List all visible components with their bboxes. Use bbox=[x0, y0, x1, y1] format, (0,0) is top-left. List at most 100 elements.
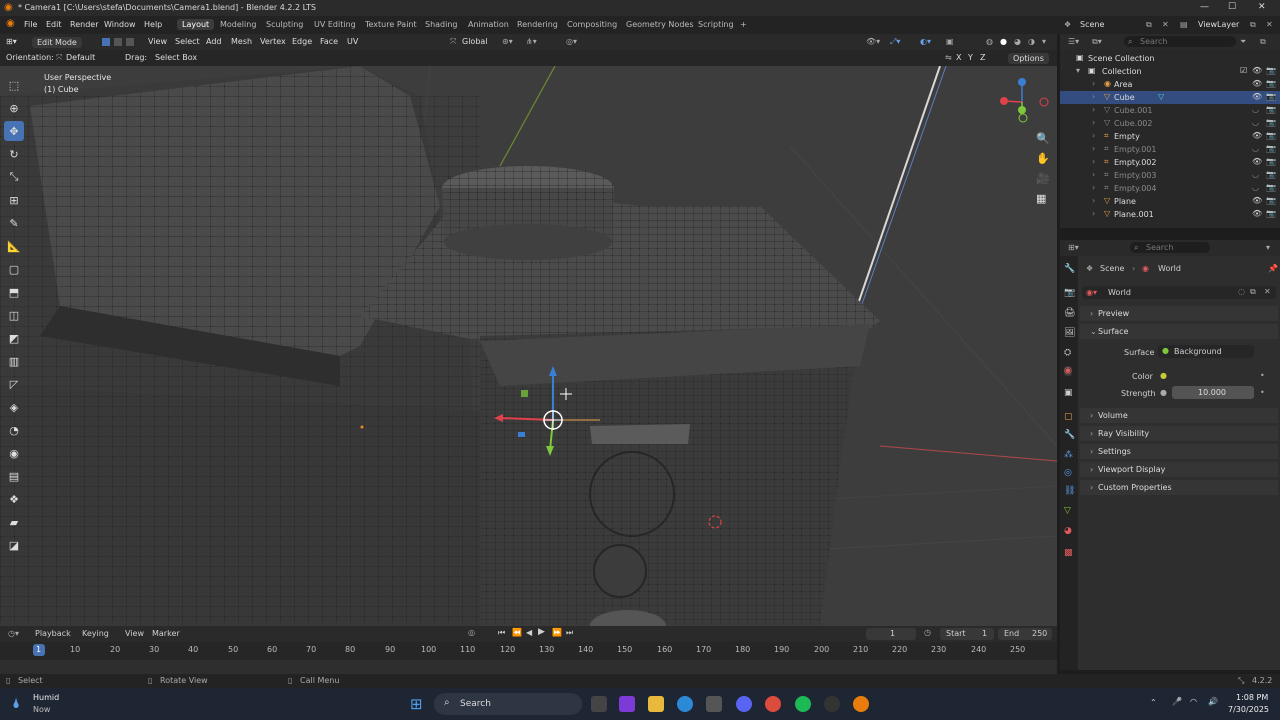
current-frame-field[interactable]: 1 bbox=[866, 628, 916, 640]
filter-icon[interactable]: ⏷ bbox=[1240, 37, 1246, 47]
eye-icon[interactable]: 👁 bbox=[1252, 131, 1262, 140]
orientation-dropdown[interactable]: Default bbox=[66, 53, 95, 62]
render-camera-icon[interactable]: 📷 bbox=[1266, 157, 1276, 166]
add-workspace-button[interactable]: + bbox=[740, 20, 747, 29]
eye-icon[interactable]: 👁 bbox=[1252, 66, 1262, 75]
output-tab-icon[interactable]: 🖨 bbox=[1064, 308, 1075, 318]
material-tab-icon[interactable]: ◕ bbox=[1064, 526, 1072, 536]
properties-search-box[interactable]: ⌕ Search bbox=[1130, 242, 1210, 253]
menu-face[interactable]: Face bbox=[320, 37, 338, 46]
menu-marker[interactable]: Marker bbox=[152, 629, 180, 638]
modifier-tab-icon[interactable]: 🔧 bbox=[1064, 430, 1075, 440]
end-frame-field[interactable]: End 250 bbox=[998, 628, 1052, 640]
world-tab-icon[interactable]: ◉ bbox=[1064, 366, 1072, 376]
rotate-tool-icon[interactable]: ↻ bbox=[4, 144, 24, 164]
steam-icon[interactable] bbox=[824, 696, 840, 712]
gizmo-icon[interactable]: ⤢▾ bbox=[890, 37, 900, 47]
scene-selector[interactable]: Scene bbox=[1080, 20, 1104, 29]
start-frame-field[interactable]: Start 1 bbox=[940, 628, 994, 640]
world-datablock-field[interactable]: ◉▾ World ◌ ⧉ ✕ bbox=[1082, 286, 1276, 299]
tab-rendering[interactable]: Rendering bbox=[517, 20, 558, 29]
clock-time[interactable]: 1:08 PM bbox=[1236, 693, 1268, 702]
tab-animation[interactable]: Animation bbox=[468, 20, 509, 29]
editor-type-icon[interactable]: ⊞▾ bbox=[6, 37, 17, 46]
drag-dropdown[interactable]: Select Box bbox=[155, 53, 197, 62]
scene-collection-row[interactable]: ▣ Scene Collection bbox=[1060, 52, 1280, 65]
render-camera-icon[interactable]: 📷 bbox=[1266, 92, 1276, 101]
particles-tab-icon[interactable]: ⁂ bbox=[1064, 450, 1073, 460]
expand-arrow-icon[interactable]: › bbox=[1092, 157, 1095, 166]
outliner-item-empty[interactable]: › ⌗ Empty 👁 📷 bbox=[1060, 130, 1280, 143]
render-camera-icon[interactable]: 📷 bbox=[1266, 183, 1276, 192]
xray-icon[interactable]: ▣ bbox=[946, 37, 954, 46]
duplicate-icon[interactable]: ⧉ bbox=[1250, 287, 1256, 297]
surface-shader-dropdown[interactable]: ● Background bbox=[1158, 345, 1254, 358]
strength-input[interactable]: 10.000 bbox=[1172, 386, 1254, 399]
microphone-icon[interactable]: 🎤 bbox=[1172, 697, 1182, 706]
expand-arrow-icon[interactable]: › bbox=[1092, 144, 1095, 153]
fake-user-icon[interactable]: ◌ bbox=[1238, 287, 1245, 296]
strength-socket-icon[interactable]: ● bbox=[1160, 388, 1167, 397]
preview-panel-header[interactable]: › Preview bbox=[1080, 306, 1278, 321]
shading-options-icon[interactable]: ▾ bbox=[1042, 37, 1046, 46]
tab-compositing[interactable]: Compositing bbox=[567, 20, 617, 29]
mirror-z-toggle[interactable]: Z bbox=[980, 53, 985, 62]
menu-edit[interactable]: Edit bbox=[46, 20, 62, 29]
chrome-icon[interactable] bbox=[765, 696, 781, 712]
rendered-shading-icon[interactable]: ◑ bbox=[1028, 37, 1035, 46]
outliner-item-cube[interactable]: › ▽ Cube ▽ 👁 📷 bbox=[1060, 91, 1280, 104]
pivot-icon[interactable]: ⊛▾ bbox=[502, 37, 513, 46]
expand-arrow-icon[interactable]: › bbox=[1092, 183, 1095, 192]
edge-browser-icon[interactable] bbox=[677, 696, 693, 712]
jump-keyframe-back-icon[interactable]: ⏪ bbox=[512, 628, 522, 637]
expand-arrow-icon[interactable]: › bbox=[1092, 209, 1095, 218]
jump-end-icon[interactable]: ⏭ bbox=[566, 628, 573, 638]
jump-start-icon[interactable]: ⏮ bbox=[498, 628, 505, 638]
shrink-fatten-tool-icon[interactable]: ❖ bbox=[4, 489, 24, 509]
minimize-button[interactable]: — bbox=[1200, 2, 1209, 12]
navigation-gizmo[interactable] bbox=[996, 74, 1052, 130]
new-collection-icon[interactable]: ⧉ bbox=[1260, 37, 1266, 47]
measure-tool-icon[interactable]: 📐 bbox=[4, 236, 24, 256]
physics-tab-icon[interactable]: ◎ bbox=[1064, 468, 1072, 478]
render-camera-icon[interactable]: 📷 bbox=[1266, 131, 1276, 140]
properties-editor-icon[interactable]: ⊞▾ bbox=[1068, 243, 1079, 252]
settings-panel-header[interactable]: › Settings bbox=[1080, 444, 1278, 459]
outliner-search-box[interactable]: ⌕ Search bbox=[1124, 36, 1236, 47]
outliner-item-empty-002[interactable]: › ⌗ Empty.002 👁 📷 bbox=[1060, 156, 1280, 169]
menu-file[interactable]: File bbox=[24, 20, 37, 29]
menu-window[interactable]: Window bbox=[104, 20, 136, 29]
keyframe-dot-icon[interactable]: • bbox=[1260, 388, 1265, 397]
eye-icon[interactable]: 👁 bbox=[1252, 209, 1262, 218]
constraints-tab-icon[interactable]: ⛓ bbox=[1064, 486, 1075, 496]
tray-chevron-icon[interactable]: ⌃ bbox=[1150, 698, 1157, 707]
texture-tab-icon[interactable]: ▩ bbox=[1064, 548, 1073, 558]
scale-tool-icon[interactable]: ⤡ bbox=[4, 167, 24, 187]
view-layer-tab-icon[interactable]: 🖼 bbox=[1064, 328, 1075, 338]
annotate-tool-icon[interactable]: ✎ bbox=[4, 213, 24, 233]
vertex-select-icon[interactable] bbox=[102, 38, 110, 46]
tab-modeling[interactable]: Modeling bbox=[220, 20, 256, 29]
menu-mesh[interactable]: Mesh bbox=[231, 37, 252, 46]
outliner-item-cube-001[interactable]: › ▽ Cube.001 ◡ 📷 bbox=[1060, 104, 1280, 117]
proportional-edit-icon[interactable]: ◎▾ bbox=[566, 37, 577, 46]
pan-hand-icon[interactable]: ✋ bbox=[1036, 152, 1050, 165]
tab-geometry-nodes[interactable]: Geometry Nodes bbox=[626, 20, 693, 29]
spin-tool-icon[interactable]: ◔ bbox=[4, 420, 24, 440]
cursor-tool-icon[interactable]: ⊕ bbox=[4, 98, 24, 118]
mirror-y-toggle[interactable]: Y bbox=[968, 53, 973, 62]
eye-hidden-icon[interactable]: ◡ bbox=[1252, 144, 1259, 153]
eye-icon[interactable]: 👁 bbox=[1252, 92, 1262, 101]
perspective-toggle-icon[interactable]: ▦ bbox=[1036, 192, 1046, 205]
new-viewlayer-icon[interactable]: ⧉ bbox=[1250, 20, 1256, 30]
custom-properties-panel-header[interactable]: › Custom Properties bbox=[1080, 480, 1278, 495]
poly-build-tool-icon[interactable]: ◈ bbox=[4, 397, 24, 417]
clock-date[interactable]: 7/30/2025 bbox=[1228, 705, 1269, 714]
menu-view[interactable]: View bbox=[148, 37, 167, 46]
menu-timeline-view[interactable]: View bbox=[125, 629, 144, 638]
expand-arrow-icon[interactable]: ▾ bbox=[1076, 66, 1080, 75]
mirror-x-toggle[interactable]: X bbox=[956, 53, 961, 62]
eye-icon[interactable]: 👁 bbox=[1252, 196, 1262, 205]
expand-arrow-icon[interactable]: › bbox=[1092, 92, 1095, 101]
zoom-icon[interactable]: 🔍 bbox=[1036, 132, 1050, 145]
